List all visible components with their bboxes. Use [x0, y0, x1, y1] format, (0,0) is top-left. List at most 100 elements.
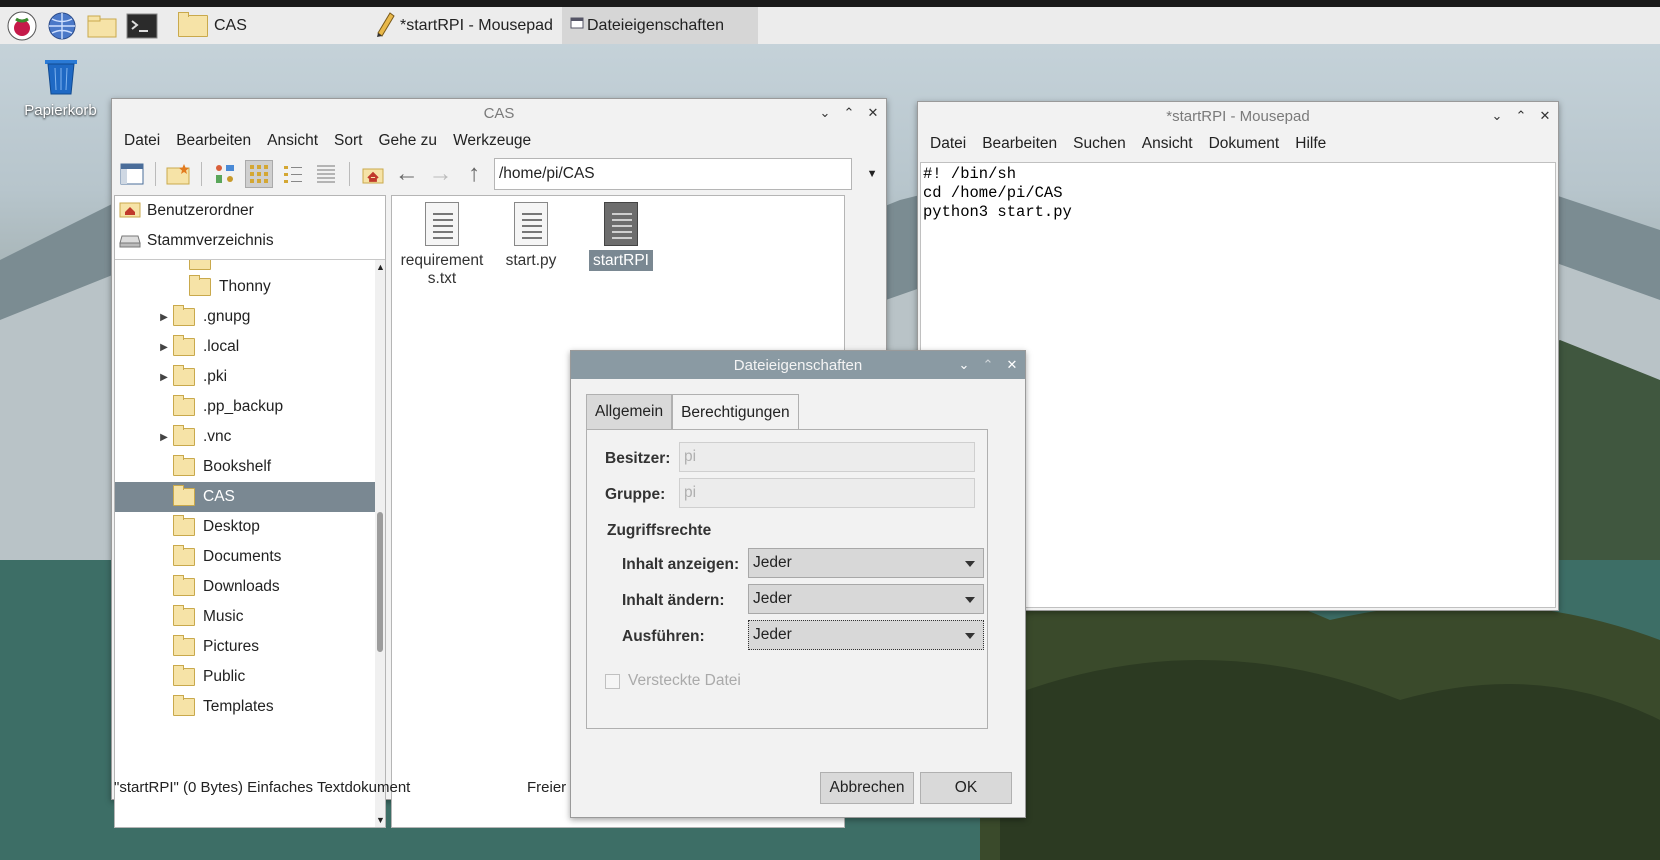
- expander-icon[interactable]: ▶: [155, 432, 173, 443]
- cancel-button[interactable]: Abbrechen: [820, 772, 914, 804]
- tree-item-bookshelf[interactable]: Bookshelf: [173, 452, 271, 482]
- task-file-properties[interactable]: Dateieigenschaften: [562, 7, 758, 44]
- minimize-icon[interactable]: ⌄: [818, 106, 832, 120]
- terminal-icon[interactable]: [124, 10, 160, 42]
- raspberry-menu-icon[interactable]: [4, 10, 40, 42]
- view-compact-icon[interactable]: [279, 160, 307, 188]
- home-icon[interactable]: [359, 160, 387, 188]
- tree-item-pki[interactable]: ▶ .pki: [155, 362, 227, 392]
- web-browser-icon[interactable]: [44, 10, 80, 42]
- tree-item-vnc[interactable]: ▶ .vnc: [155, 422, 231, 452]
- up-arrow-icon[interactable]: ↑: [460, 160, 488, 188]
- taskbar: CAS *startRPI - Mousepad Dateieigenschaf…: [0, 0, 1660, 44]
- folder-icon: [173, 425, 195, 446]
- new-window-icon[interactable]: [118, 160, 146, 188]
- dialog-titlebar[interactable]: Dateieigenschaften ⌄ ⌃ ✕: [571, 351, 1025, 379]
- folder-icon: [173, 335, 195, 356]
- checkbox-box[interactable]: [605, 673, 620, 689]
- menu-ansicht[interactable]: Ansicht: [259, 132, 326, 150]
- folder-icon: [189, 275, 211, 296]
- close-icon[interactable]: ✕: [1538, 109, 1552, 123]
- menu-bearbeiten[interactable]: Bearbeiten: [974, 135, 1065, 153]
- tree-item-templates[interactable]: Templates: [173, 692, 274, 722]
- free-space-text: Freier: [527, 778, 567, 796]
- scroll-down-icon[interactable]: ▼: [376, 815, 385, 825]
- file-manager-icon[interactable]: [84, 10, 120, 42]
- view-content-select[interactable]: Jeder: [748, 548, 984, 578]
- trash-desktop-item[interactable]: Papierkorb: [18, 52, 103, 119]
- view-icons-icon[interactable]: [245, 160, 273, 188]
- menu-sort[interactable]: Sort: [326, 132, 370, 150]
- minimize-icon[interactable]: ⌄: [1490, 109, 1504, 123]
- task-mousepad[interactable]: *startRPI - Mousepad: [366, 7, 562, 44]
- task-cas[interactable]: CAS: [170, 7, 366, 44]
- view-list-icon[interactable]: [313, 160, 341, 188]
- dialog-tabs: Allgemein Berechtigungen: [586, 394, 799, 430]
- path-input[interactable]: /home/pi/CAS: [494, 158, 853, 190]
- maximize-icon[interactable]: ⌃: [981, 358, 995, 372]
- path-dropdown-icon[interactable]: ▼: [858, 160, 886, 188]
- expander-icon[interactable]: ▶: [155, 312, 173, 323]
- close-icon[interactable]: ✕: [866, 106, 880, 120]
- maximize-icon[interactable]: ⌃: [1514, 109, 1528, 123]
- scroll-up-icon[interactable]: ▲: [376, 262, 385, 272]
- tree-item-desktop[interactable]: Desktop: [173, 512, 260, 542]
- trash-label: Papierkorb: [24, 102, 97, 119]
- maximize-icon[interactable]: ⌃: [842, 106, 856, 120]
- change-content-label: Inhalt ändern:: [622, 592, 725, 609]
- hidden-file-checkbox[interactable]: Versteckte Datei: [605, 672, 741, 690]
- minimize-icon[interactable]: ⌄: [957, 358, 971, 372]
- owner-field: pi: [679, 442, 975, 472]
- forward-arrow-icon[interactable]: →: [427, 160, 455, 188]
- pictures-folder-icon: [173, 635, 195, 656]
- scrollbar-thumb[interactable]: [377, 512, 383, 652]
- menu-hilfe[interactable]: Hilfe: [1287, 135, 1334, 153]
- editor-line: python3 start.py: [923, 203, 1072, 221]
- tree-item-pictures[interactable]: Pictures: [173, 632, 259, 662]
- tree-item-public[interactable]: Public: [173, 662, 245, 692]
- close-icon[interactable]: ✕: [1005, 358, 1019, 372]
- menu-ansicht[interactable]: Ansicht: [1134, 135, 1201, 153]
- place-home[interactable]: Benutzerordner: [115, 196, 385, 226]
- back-arrow-icon[interactable]: ←: [393, 160, 421, 188]
- expander-icon[interactable]: ▶: [155, 342, 173, 353]
- side-pane: Benutzerordner Stammverzeichnis Thonny ▶…: [114, 195, 386, 828]
- menu-bearbeiten[interactable]: Bearbeiten: [168, 132, 259, 150]
- pencil-icon: [374, 9, 396, 42]
- tree-item-local[interactable]: ▶ .local: [155, 332, 239, 362]
- menu-suchen[interactable]: Suchen: [1065, 135, 1134, 153]
- group-field: pi: [679, 478, 975, 508]
- new-folder-icon[interactable]: [165, 160, 193, 188]
- tab-allgemein[interactable]: Allgemein: [586, 394, 673, 430]
- access-rights-heading: Zugriffsrechte: [607, 522, 712, 539]
- tab-berechtigungen[interactable]: Berechtigungen: [672, 394, 799, 430]
- view-icons-large-icon[interactable]: [211, 160, 239, 188]
- file-manager-titlebar[interactable]: CAS ⌄ ⌃ ✕: [112, 99, 886, 127]
- tree-item-music[interactable]: Music: [173, 602, 243, 632]
- tree-item-documents[interactable]: Documents: [173, 542, 281, 572]
- place-root[interactable]: Stammverzeichnis: [115, 226, 385, 256]
- tree-item-cas[interactable]: CAS: [115, 482, 375, 512]
- trash-icon: [18, 52, 103, 100]
- home-folder-icon: [119, 200, 141, 223]
- menu-dokument[interactable]: Dokument: [1201, 135, 1288, 153]
- menu-werkzeuge[interactable]: Werkzeuge: [445, 132, 539, 150]
- tree-item-downloads[interactable]: Downloads: [173, 572, 280, 602]
- file-startrpi[interactable]: startRPI: [576, 202, 666, 271]
- execute-select[interactable]: Jeder: [748, 620, 984, 650]
- file-requirements[interactable]: requirement s.txt: [397, 202, 487, 288]
- menu-gehe-zu[interactable]: Gehe zu: [370, 132, 445, 150]
- menu-datei[interactable]: Datei: [116, 132, 168, 150]
- music-folder-icon: [173, 605, 195, 626]
- file-start-py[interactable]: start.py: [486, 202, 576, 270]
- tree-scrollbar[interactable]: ▲ ▼: [375, 260, 385, 827]
- expander-icon[interactable]: ▶: [155, 372, 173, 383]
- tree-item-pp-backup[interactable]: .pp_backup: [173, 392, 283, 422]
- ok-button[interactable]: OK: [920, 772, 1012, 804]
- mousepad-titlebar[interactable]: *startRPI - Mousepad ⌄ ⌃ ✕: [918, 102, 1558, 130]
- text-file-icon: [604, 202, 638, 246]
- tree-item-gnupg[interactable]: ▶ .gnupg: [155, 302, 250, 332]
- tree-item-thonny[interactable]: Thonny: [189, 272, 271, 302]
- menu-datei[interactable]: Datei: [922, 135, 974, 153]
- change-content-select[interactable]: Jeder: [748, 584, 984, 614]
